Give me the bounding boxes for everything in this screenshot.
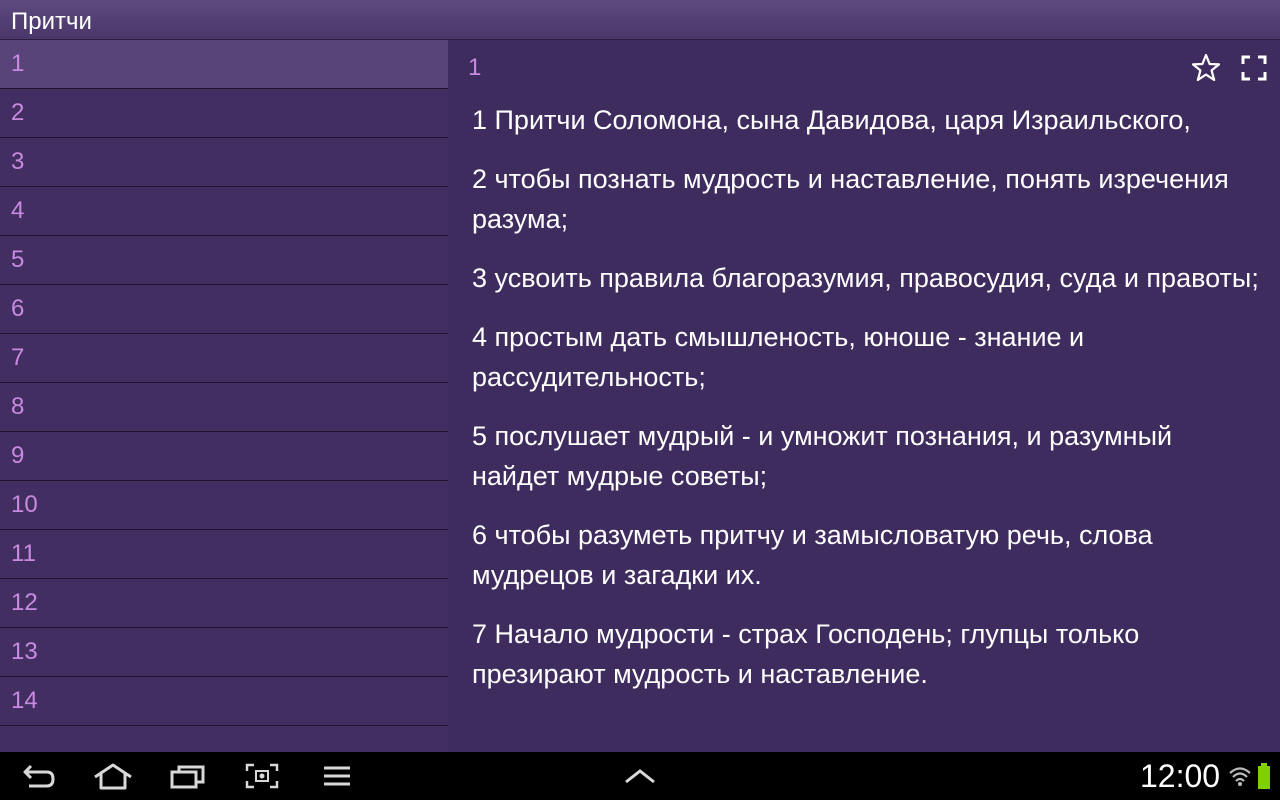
chapter-heading: 1 [468, 54, 482, 81]
chapter-item-label: 5 [11, 246, 25, 273]
chapter-item-2[interactable]: 2 [0, 89, 448, 138]
chapter-item-label: 1 [11, 50, 25, 77]
back-icon[interactable] [20, 760, 58, 792]
chapter-item-12[interactable]: 12 [0, 579, 448, 628]
menu-icon[interactable] [322, 760, 352, 792]
verse-2: 2 чтобы познать мудрость и наставление, … [472, 164, 1229, 234]
chapter-item-4[interactable]: 4 [0, 187, 448, 236]
system-navigation-bar: 12:00 [0, 752, 1280, 800]
chapter-item-11[interactable]: 11 [0, 530, 448, 579]
clock: 12:00 [1140, 758, 1221, 794]
up-arrow-icon[interactable] [622, 760, 658, 792]
chapter-item-6[interactable]: 6 [0, 285, 448, 334]
chapter-item-label: 3 [11, 148, 25, 175]
chapter-item-8[interactable]: 8 [0, 383, 448, 432]
verse-list: 1 Притчи Соломона, сына Давидова, царя И… [472, 100, 1262, 713]
battery-icon [1256, 760, 1272, 792]
chapter-item-label: 10 [11, 491, 38, 518]
star-icon[interactable] [1190, 52, 1222, 84]
chapter-item-label: 14 [11, 687, 38, 714]
chapter-item-label: 8 [11, 393, 25, 420]
wifi-icon [1228, 760, 1252, 792]
chapter-item-label: 6 [11, 295, 25, 322]
recent-apps-icon[interactable] [168, 760, 208, 792]
chapter-item-3[interactable]: 3 [0, 138, 448, 187]
app-window: Притчи 1 2 3 4 5 6 7 8 9 10 11 12 13 14 … [0, 0, 1280, 752]
chapter-item-1[interactable]: 1 [0, 40, 448, 89]
verse-4: 4 простым дать смышленость, юноше - знан… [472, 322, 1085, 392]
chapter-item-label: 13 [11, 638, 38, 665]
chapter-item-label: 11 [11, 540, 36, 567]
chapter-item-label: 9 [11, 442, 25, 469]
chapter-list: 1 2 3 4 5 6 7 8 9 10 11 12 13 14 [0, 40, 448, 752]
verse-1: 1 Притчи Соломона, сына Давидова, царя И… [472, 105, 1191, 135]
home-icon[interactable] [92, 760, 134, 792]
chapter-item-7[interactable]: 7 [0, 334, 448, 383]
verse-7: 7 Начало мудрости - страх Господень; глу… [472, 619, 1140, 689]
screenshot-icon[interactable] [244, 760, 280, 792]
chapter-item-label: 4 [11, 197, 25, 224]
chapter-item-10[interactable]: 10 [0, 481, 448, 530]
app-title: Притчи [11, 8, 92, 35]
chapter-item-13[interactable]: 13 [0, 628, 448, 677]
chapter-content: 1 1 Притчи Соломона, сына Давидова, царя… [448, 40, 1280, 752]
fullscreen-icon[interactable] [1238, 52, 1270, 84]
chapter-item-label: 2 [11, 99, 25, 126]
chapter-item-label: 7 [11, 344, 25, 371]
verse-3: 3 усвоить правила благоразумия, правосуд… [472, 263, 1259, 293]
chapter-item-9[interactable]: 9 [0, 432, 448, 481]
verse-6: 6 чтобы разуметь притчу и замысловатую р… [472, 520, 1153, 590]
chapter-item-14[interactable]: 14 [0, 677, 448, 726]
verse-5: 5 послушает мудрый - и умножит познания,… [472, 421, 1173, 491]
chapter-item-label: 12 [11, 589, 38, 616]
chapter-item-5[interactable]: 5 [0, 236, 448, 285]
title-bar: Притчи [0, 0, 1280, 40]
